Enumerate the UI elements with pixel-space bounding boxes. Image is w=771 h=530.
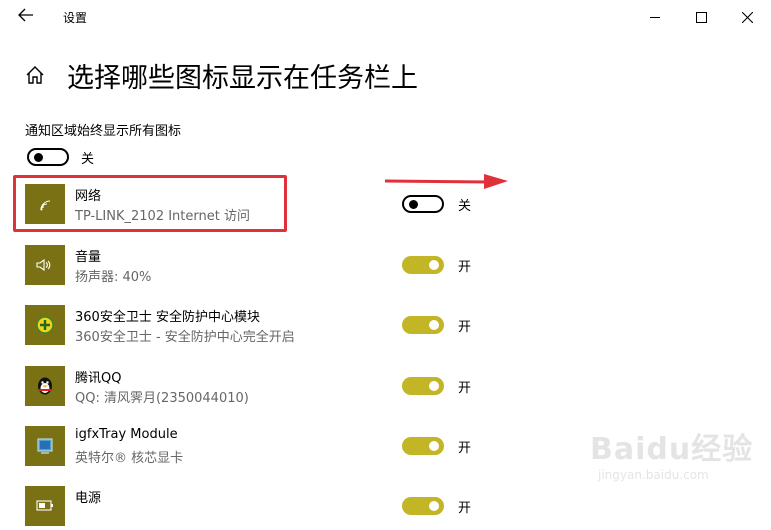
maximize-button[interactable] xyxy=(678,0,724,34)
always-show-state: 关 xyxy=(81,152,95,167)
power-toggle[interactable] xyxy=(402,497,444,515)
always-show-label: 通知区域始终显示所有图标 xyxy=(25,124,182,139)
qq-penguin-icon xyxy=(25,366,65,406)
toggle-knob xyxy=(34,153,43,162)
qq-toggle[interactable] xyxy=(402,377,444,395)
battery-icon xyxy=(25,486,65,526)
close-button[interactable] xyxy=(724,0,770,34)
item-subtitle: QQ: 清风霁月(2350044010) xyxy=(75,391,249,406)
item-subtitle: 360安全卫士 - 安全防护中心完全开启 xyxy=(75,330,295,345)
network-toggle[interactable] xyxy=(402,195,444,213)
volume-toggle[interactable] xyxy=(402,256,444,274)
toggle-knob xyxy=(409,200,418,209)
intel-graphics-icon xyxy=(25,426,65,466)
network-toggle-state: 关 xyxy=(458,199,472,214)
360-toggle-state: 开 xyxy=(458,320,472,335)
watermark-url: jingyan.baidu.com xyxy=(598,468,709,482)
page-title: 选择哪些图标显示在任务栏上 xyxy=(67,63,418,94)
item-name: 腾讯QQ xyxy=(75,371,122,386)
back-arrow-icon[interactable] xyxy=(14,6,38,28)
item-name: 电源 xyxy=(75,491,102,506)
speaker-icon xyxy=(25,245,65,285)
item-name: 360安全卫士 安全防护中心模块 xyxy=(75,310,260,325)
title-bar: 设置 xyxy=(0,0,771,34)
igfxtray-toggle-state: 开 xyxy=(458,441,472,456)
item-subtitle: 英特尔® 核芯显卡 xyxy=(75,451,184,466)
toggle-knob xyxy=(429,260,439,270)
annotation-highlight-box xyxy=(13,175,287,232)
item-name: igfxTray Module xyxy=(75,427,178,442)
always-show-toggle[interactable] xyxy=(27,148,69,166)
window-title: 设置 xyxy=(63,11,88,25)
toggle-knob xyxy=(429,441,439,451)
qq-toggle-state: 开 xyxy=(458,381,472,396)
close-icon xyxy=(741,11,753,23)
annotation-arrow-icon xyxy=(384,174,508,189)
minimize-button[interactable] xyxy=(632,0,678,34)
volume-toggle-state: 开 xyxy=(458,260,472,275)
item-name: 音量 xyxy=(75,250,102,265)
list-item-360: 360安全卫士 安全防护中心模块 360安全卫士 - 安全防护中心完全开启 开 xyxy=(25,305,725,345)
igfxtray-toggle[interactable] xyxy=(402,437,444,455)
toggle-knob xyxy=(429,320,439,330)
list-item-qq: 腾讯QQ QQ: 清风霁月(2350044010) 开 xyxy=(25,366,725,406)
360-shield-icon xyxy=(25,305,65,345)
minimize-icon xyxy=(650,16,660,18)
home-icon[interactable] xyxy=(24,64,46,86)
360-toggle[interactable] xyxy=(402,316,444,334)
maximize-icon xyxy=(695,11,707,23)
watermark-logo: Baidu经验 xyxy=(590,432,754,467)
toggle-knob xyxy=(429,381,439,391)
item-subtitle: 扬声器: 40% xyxy=(75,270,152,285)
watermark: Baidu经验 jingyan.baidu.com xyxy=(590,424,760,494)
list-item-volume: 音量 扬声器: 40% 开 xyxy=(25,245,725,285)
power-toggle-state: 开 xyxy=(458,501,472,516)
